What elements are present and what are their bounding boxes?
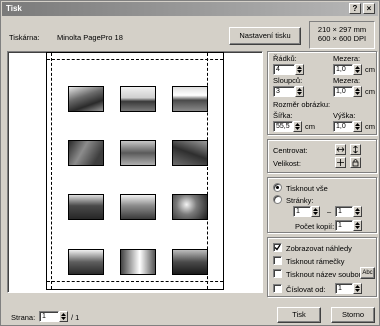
height-unit: cm	[365, 122, 375, 131]
print-filename-checkbox[interactable]	[273, 269, 282, 278]
size-fit-icon[interactable]	[335, 157, 346, 168]
margin-bottom	[47, 281, 223, 282]
page-label: Strana:	[11, 313, 36, 322]
spinner-arrows-icon	[297, 88, 302, 95]
print-frames-checkbox[interactable]	[273, 256, 282, 265]
print-all-label: Tisknout vše	[286, 184, 328, 193]
gap-x-spinner[interactable]	[353, 64, 362, 75]
height-spinner[interactable]	[353, 121, 362, 132]
printer-name: Minolta PagePro 18	[57, 33, 123, 42]
width-spinner[interactable]	[293, 121, 302, 132]
preview-thumbnail	[68, 86, 104, 112]
cols-input[interactable]: 3	[273, 86, 295, 97]
preview-thumbnail	[68, 140, 104, 166]
number-from-input[interactable]: 1	[335, 283, 353, 294]
window-title: Tisk	[6, 4, 22, 13]
center-label: Centrovat:	[273, 146, 308, 155]
copies-label: Počet kopií:	[295, 222, 335, 231]
margin-left	[51, 53, 52, 289]
size-label: Velikost:	[273, 159, 301, 168]
help-button[interactable]: ?	[349, 3, 361, 14]
page-spinner[interactable]	[59, 311, 68, 322]
gap-y-unit: cm	[365, 87, 375, 96]
height-input[interactable]: 1,0	[333, 121, 353, 132]
preview-thumbnail	[68, 249, 104, 275]
spinner-arrows-icon	[355, 66, 360, 73]
rows-spinner[interactable]	[295, 64, 304, 75]
print-frames-label: Tisknout rámečky	[286, 257, 345, 266]
spinner-arrows-icon	[355, 88, 360, 95]
preview-thumbnail	[120, 140, 156, 166]
range-dash: –	[327, 207, 332, 216]
rows-input[interactable]: 4	[273, 64, 295, 75]
copies-spinner[interactable]	[353, 220, 362, 231]
font-button[interactable]: Abc	[360, 267, 375, 279]
page-total: / 1	[71, 313, 80, 322]
gap-x-label: Mezera:	[333, 54, 361, 63]
preview-page	[46, 52, 224, 290]
pages-label: Stránky:	[286, 196, 314, 205]
show-preview-label: Zobrazovat náhledy	[286, 244, 352, 253]
page-from-spinner[interactable]	[311, 206, 320, 217]
width-input[interactable]: 55,5	[273, 121, 293, 132]
close-button[interactable]: ×	[363, 3, 375, 14]
paper-resolution: 600 × 600 DPI	[317, 34, 367, 43]
page-to-spinner[interactable]	[353, 206, 362, 217]
preview-thumbnail	[172, 140, 208, 166]
spinner-arrows-icon	[313, 208, 318, 215]
spinner-arrows-icon	[61, 313, 66, 320]
print-dialog: Tisk ? × Tiskárna: Minolta PagePro 18 Na…	[0, 0, 380, 326]
preview-thumbnail	[120, 249, 156, 275]
title-bar: Tisk ? ×	[2, 2, 378, 16]
number-from-spinner[interactable]	[353, 283, 362, 294]
copies-input[interactable]: 1	[335, 220, 353, 231]
page-input[interactable]: 1	[39, 311, 59, 322]
spinner-arrows-icon	[355, 222, 360, 229]
print-filename-label: Tisknout název souboru	[286, 270, 366, 279]
gap-y-label: Mezera:	[333, 76, 361, 85]
print-button[interactable]: Tisk	[277, 307, 321, 323]
preview-thumbnail	[172, 249, 208, 275]
cols-label: Sloupců:	[273, 76, 303, 85]
pages-radio[interactable]	[273, 195, 282, 204]
preview-thumbnail	[120, 86, 156, 112]
spinner-arrows-icon	[355, 208, 360, 215]
print-preview[interactable]	[7, 51, 263, 293]
height-label: Výška:	[333, 111, 356, 120]
number-from-label: Číslovat od:	[286, 285, 326, 294]
center-vertical-icon[interactable]	[350, 144, 361, 155]
printer-label: Tiskárna:	[9, 33, 40, 42]
spinner-arrows-icon	[355, 123, 360, 130]
preview-thumbnail	[172, 194, 208, 220]
cols-spinner[interactable]	[295, 86, 304, 97]
gap-x-input[interactable]: 1,0	[333, 64, 353, 75]
gap-y-spinner[interactable]	[353, 86, 362, 97]
page-from-input[interactable]: 1	[293, 206, 311, 217]
show-preview-checkbox[interactable]	[273, 243, 282, 252]
size-lock-icon[interactable]	[350, 157, 361, 168]
preview-thumbnail	[172, 86, 208, 112]
image-size-label: Rozměr obrázku:	[273, 100, 331, 109]
width-label: Šířka:	[273, 111, 293, 120]
check-icon	[274, 244, 281, 251]
width-unit: cm	[305, 122, 315, 131]
print-all-radio[interactable]	[273, 183, 282, 192]
paper-info-box: 210 × 297 mm 600 × 600 DPI	[309, 21, 375, 49]
margin-top	[47, 59, 223, 60]
printer-settings-button[interactable]: Nastavení tisku	[229, 27, 301, 45]
preview-thumbnail	[120, 194, 156, 220]
center-horizontal-icon[interactable]	[335, 144, 346, 155]
gap-y-input[interactable]: 1,0	[333, 86, 353, 97]
paper-size: 210 × 297 mm	[317, 25, 367, 34]
spinner-arrows-icon	[295, 123, 300, 130]
gap-x-unit: cm	[365, 65, 375, 74]
number-from-checkbox[interactable]	[273, 284, 282, 293]
preview-thumbnail	[68, 194, 104, 220]
cancel-button[interactable]: Storno	[331, 307, 375, 323]
spinner-arrows-icon	[297, 66, 302, 73]
page-to-input[interactable]: 1	[335, 206, 353, 217]
spinner-arrows-icon	[355, 285, 360, 292]
rows-label: Řádků:	[273, 54, 297, 63]
